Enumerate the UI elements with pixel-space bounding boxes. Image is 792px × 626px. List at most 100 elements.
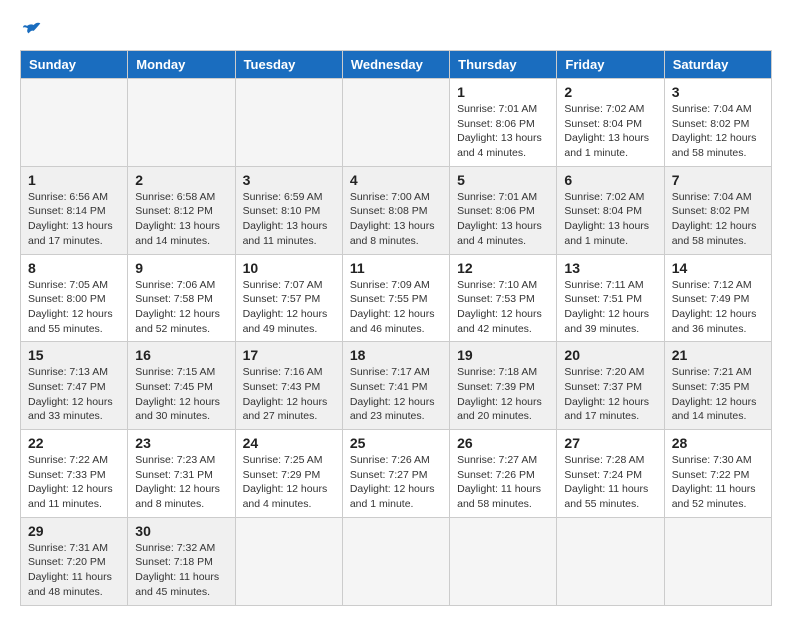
weekday-header-friday: Friday [557,51,664,79]
day-info: Sunrise: 7:01 AMSunset: 8:06 PMDaylight:… [457,102,549,161]
calendar-cell: 6 Sunrise: 7:02 AMSunset: 8:04 PMDaylight… [557,166,664,254]
calendar-cell: 12 Sunrise: 7:10 AMSunset: 7:53 PMDayligh… [450,254,557,342]
day-info: Sunrise: 7:05 AMSunset: 8:00 PMDaylight:… [28,278,120,337]
calendar-cell [21,79,128,167]
calendar-table: SundayMondayTuesdayWednesdayThursdayFrid… [20,50,772,606]
day-info: Sunrise: 6:59 AMSunset: 8:10 PMDaylight:… [243,190,335,249]
calendar-week-row: 15Sunrise: 7:13 AMSunset: 7:47 PMDayligh… [21,342,772,430]
day-number: 16 [135,347,227,363]
calendar-cell [128,79,235,167]
day-number: 12 [457,260,549,276]
weekday-header-row: SundayMondayTuesdayWednesdayThursdayFrid… [21,51,772,79]
day-number: 14 [672,260,764,276]
calendar-cell: 10 Sunrise: 7:07 AMSunset: 7:57 PMDayligh… [235,254,342,342]
calendar-cell: 13 Sunrise: 7:11 AMSunset: 7:51 PMDayligh… [557,254,664,342]
calendar-cell: 16 Sunrise: 7:15 AMSunset: 7:45 PMDayligh… [128,342,235,430]
calendar-week-row: 1 Sunrise: 7:01 AMSunset: 8:06 PMDaylight… [21,79,772,167]
calendar-cell: 20 Sunrise: 7:20 AMSunset: 7:37 PMDayligh… [557,342,664,430]
calendar-cell: 19 Sunrise: 7:18 AMSunset: 7:39 PMDayligh… [450,342,557,430]
day-number: 6 [564,172,656,188]
day-number: 18 [350,347,442,363]
page-header [20,20,772,40]
day-info: Sunrise: 7:17 AMSunset: 7:41 PMDaylight:… [350,365,442,424]
calendar-cell: 8 Sunrise: 7:05 AMSunset: 8:00 PMDaylight… [21,254,128,342]
calendar-week-row: 29 Sunrise: 7:31 AMSunset: 7:20 PMDayligh… [21,517,772,605]
day-info: Sunrise: 7:28 AMSunset: 7:24 PMDaylight:… [564,453,656,512]
day-info: Sunrise: 7:31 AMSunset: 7:20 PMDaylight:… [28,541,120,600]
day-number: 22 [28,435,120,451]
calendar-week-row: 8 Sunrise: 7:05 AMSunset: 8:00 PMDaylight… [21,254,772,342]
day-info: Sunrise: 7:20 AMSunset: 7:37 PMDaylight:… [564,365,656,424]
calendar-cell: 27Sunrise: 7:28 AMSunset: 7:24 PMDayligh… [557,430,664,518]
weekday-header-wednesday: Wednesday [342,51,449,79]
day-info: Sunrise: 7:22 AMSunset: 7:33 PMDaylight:… [28,453,120,512]
day-info: Sunrise: 6:58 AMSunset: 8:12 PMDaylight:… [135,190,227,249]
day-info: Sunrise: 7:25 AMSunset: 7:29 PMDaylight:… [243,453,335,512]
day-info: Sunrise: 7:07 AMSunset: 7:57 PMDaylight:… [243,278,335,337]
calendar-cell [557,517,664,605]
calendar-cell: 22 Sunrise: 7:22 AMSunset: 7:33 PMDayligh… [21,430,128,518]
day-info: Sunrise: 7:09 AMSunset: 7:55 PMDaylight:… [350,278,442,337]
day-number: 25 [350,435,442,451]
day-number: 5 [457,172,549,188]
day-number: 9 [135,260,227,276]
day-info: Sunrise: 7:15 AMSunset: 7:45 PMDaylight:… [135,365,227,424]
day-number: 2 [135,172,227,188]
calendar-cell: 3Sunrise: 7:04 AMSunset: 8:02 PMDaylight… [664,79,771,167]
day-number: 1 [457,84,549,100]
day-number: 29 [28,523,120,539]
logo [20,20,42,40]
weekday-header-monday: Monday [128,51,235,79]
day-info: Sunrise: 7:06 AMSunset: 7:58 PMDaylight:… [135,278,227,337]
day-number: 19 [457,347,549,363]
day-number: 13 [564,260,656,276]
day-number: 1 [28,172,120,188]
calendar-cell: 21 Sunrise: 7:21 AMSunset: 7:35 PMDayligh… [664,342,771,430]
day-number: 30 [135,523,227,539]
weekday-header-thursday: Thursday [450,51,557,79]
day-info: Sunrise: 7:12 AMSunset: 7:49 PMDaylight:… [672,278,764,337]
calendar-cell [342,79,449,167]
day-number: 7 [672,172,764,188]
day-info: Sunrise: 7:02 AMSunset: 8:04 PMDaylight:… [564,190,656,249]
day-info: Sunrise: 7:21 AMSunset: 7:35 PMDaylight:… [672,365,764,424]
calendar-cell: 25Sunrise: 7:26 AMSunset: 7:27 PMDayligh… [342,430,449,518]
day-number: 21 [672,347,764,363]
calendar-cell [342,517,449,605]
calendar-cell: 5Sunrise: 7:01 AMSunset: 8:06 PMDaylight… [450,166,557,254]
calendar-cell: 9 Sunrise: 7:06 AMSunset: 7:58 PMDaylight… [128,254,235,342]
calendar-cell [664,517,771,605]
day-info: Sunrise: 7:18 AMSunset: 7:39 PMDaylight:… [457,365,549,424]
calendar-cell: 28Sunrise: 7:30 AMSunset: 7:22 PMDayligh… [664,430,771,518]
calendar-cell: 17Sunrise: 7:16 AMSunset: 7:43 PMDayligh… [235,342,342,430]
day-info: Sunrise: 7:23 AMSunset: 7:31 PMDaylight:… [135,453,227,512]
day-info: Sunrise: 7:11 AMSunset: 7:51 PMDaylight:… [564,278,656,337]
calendar-cell: 18 Sunrise: 7:17 AMSunset: 7:41 PMDayligh… [342,342,449,430]
calendar-cell: 1 Sunrise: 7:01 AMSunset: 8:06 PMDaylight… [450,79,557,167]
day-number: 24 [243,435,335,451]
day-number: 15 [28,347,120,363]
calendar-cell: 7 Sunrise: 7:04 AMSunset: 8:02 PMDaylight… [664,166,771,254]
calendar-cell: 14 Sunrise: 7:12 AMSunset: 7:49 PMDayligh… [664,254,771,342]
day-info: Sunrise: 7:30 AMSunset: 7:22 PMDaylight:… [672,453,764,512]
day-number: 10 [243,260,335,276]
day-number: 3 [243,172,335,188]
calendar-cell: 1Sunrise: 6:56 AMSunset: 8:14 PMDaylight… [21,166,128,254]
day-number: 2 [564,84,656,100]
day-number: 11 [350,260,442,276]
day-info: Sunrise: 7:27 AMSunset: 7:26 PMDaylight:… [457,453,549,512]
logo-bird-icon [22,20,42,40]
day-info: Sunrise: 7:04 AMSunset: 8:02 PMDaylight:… [672,190,764,249]
day-number: 26 [457,435,549,451]
calendar-cell [450,517,557,605]
day-number: 8 [28,260,120,276]
calendar-week-row: 1Sunrise: 6:56 AMSunset: 8:14 PMDaylight… [21,166,772,254]
day-info: Sunrise: 7:16 AMSunset: 7:43 PMDaylight:… [243,365,335,424]
weekday-header-sunday: Sunday [21,51,128,79]
day-info: Sunrise: 7:10 AMSunset: 7:53 PMDaylight:… [457,278,549,337]
calendar-week-row: 22 Sunrise: 7:22 AMSunset: 7:33 PMDayligh… [21,430,772,518]
day-number: 20 [564,347,656,363]
calendar-cell: 2Sunrise: 7:02 AMSunset: 8:04 PMDaylight… [557,79,664,167]
calendar-cell: 30Sunrise: 7:32 AMSunset: 7:18 PMDayligh… [128,517,235,605]
calendar-cell: 23Sunrise: 7:23 AMSunset: 7:31 PMDayligh… [128,430,235,518]
